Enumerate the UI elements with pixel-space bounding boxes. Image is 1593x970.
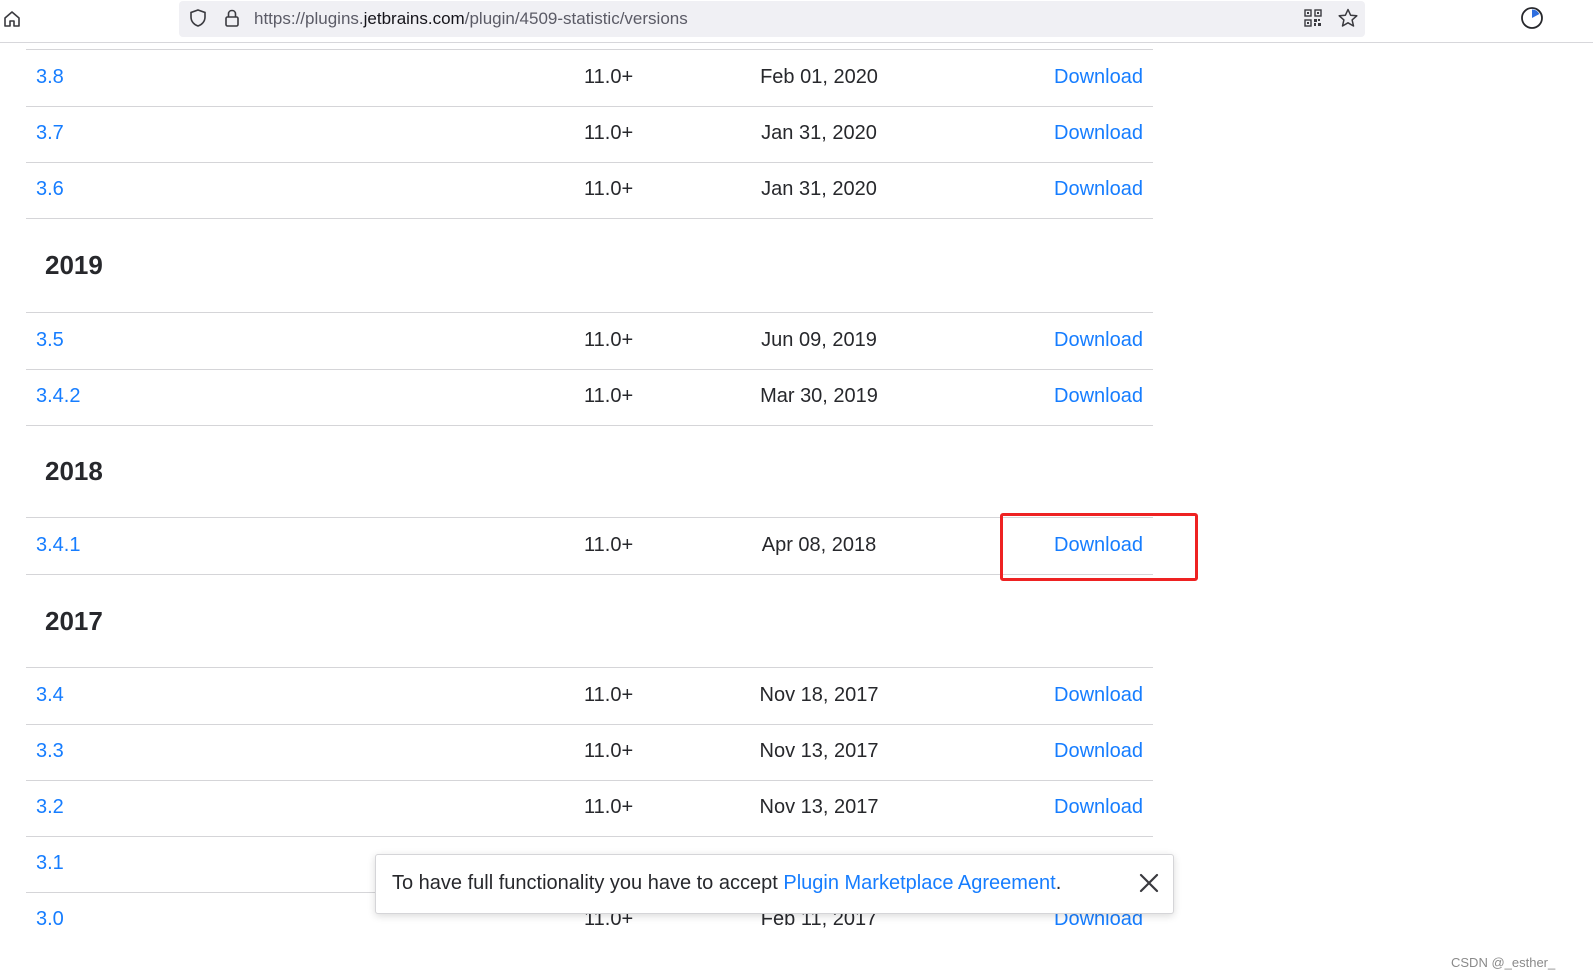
download-link[interactable]: Download [1054, 66, 1143, 89]
compatibility: 11.0+ [584, 740, 634, 762]
download-link[interactable]: Download [1054, 122, 1143, 145]
agreement-link[interactable]: Plugin Marketplace Agreement [783, 872, 1055, 894]
notification-message: To have full functionality you have to a… [392, 872, 1061, 895]
qr-code-icon[interactable] [1303, 8, 1323, 28]
download-link[interactable]: Download [1054, 684, 1143, 707]
notification-text: To have full functionality you have to a… [392, 872, 784, 894]
extension-icon[interactable] [1520, 6, 1544, 30]
release-date: Jan 31, 2020 [761, 178, 877, 200]
version-link[interactable]: 3.4.2 [36, 385, 80, 408]
download-link[interactable]: Download [1054, 178, 1143, 201]
table-row: 3.7 11.0+ Jan 31, 2020 Download [26, 106, 1153, 163]
year-heading-2018: 2018 [45, 456, 103, 486]
compatibility: 11.0+ [584, 796, 634, 818]
release-date: Feb 01, 2020 [760, 66, 878, 88]
table-row: 3.6 11.0+ Jan 31, 2020 Download [26, 162, 1153, 219]
close-icon[interactable] [1138, 872, 1160, 894]
table-row: 3.4.2 11.0+ Mar 30, 2019 Download [26, 369, 1153, 426]
release-date: Nov 13, 2017 [759, 740, 879, 762]
lock-icon[interactable] [222, 8, 242, 28]
compatibility: 11.0+ [584, 329, 634, 351]
year-heading-2019: 2019 [45, 250, 103, 280]
version-link[interactable]: 3.8 [36, 66, 64, 89]
table-row: 3.4 11.0+ Nov 18, 2017 Download [26, 667, 1153, 725]
download-link[interactable]: Download [1054, 740, 1143, 763]
compatibility: 11.0+ [584, 178, 634, 200]
version-link[interactable]: 3.1 [36, 852, 64, 875]
version-link[interactable]: 3.7 [36, 122, 64, 145]
version-link[interactable]: 3.4.1 [36, 534, 80, 557]
version-link[interactable]: 3.0 [36, 908, 64, 931]
release-date: Apr 08, 2018 [761, 534, 877, 556]
table-row: 3.5 11.0+ Jun 09, 2019 Download [26, 312, 1153, 370]
version-link[interactable]: 3.3 [36, 740, 64, 763]
shield-icon[interactable] [188, 8, 208, 28]
release-date: Mar 30, 2019 [760, 385, 878, 407]
home-icon[interactable] [2, 9, 22, 29]
agreement-notification: To have full functionality you have to a… [375, 854, 1174, 914]
version-link[interactable]: 3.2 [36, 796, 64, 819]
compatibility: 11.0+ [584, 66, 634, 88]
compatibility: 11.0+ [584, 122, 634, 144]
url-text[interactable]: https://plugins.jetbrains.com/plugin/450… [254, 9, 688, 29]
annotation-highlight-box [1000, 513, 1198, 581]
release-date: Jun 09, 2019 [761, 329, 877, 351]
download-link[interactable]: Download [1054, 796, 1143, 819]
release-date: Jan 31, 2020 [761, 122, 877, 144]
star-icon[interactable] [1337, 7, 1359, 29]
compatibility: 11.0+ [584, 534, 634, 556]
compatibility: 11.0+ [584, 385, 634, 407]
table-row: 3.2 11.0+ Nov 13, 2017 Download [26, 780, 1153, 837]
year-heading-2017: 2017 [45, 606, 103, 636]
url-prefix: https://plugins. [254, 9, 364, 28]
compatibility: 11.0+ [584, 684, 634, 706]
watermark: CSDN @_esther_ [1451, 955, 1556, 970]
release-date: Nov 18, 2017 [759, 684, 879, 706]
table-row: 3.3 11.0+ Nov 13, 2017 Download [26, 724, 1153, 781]
browser-toolbar: https://plugins.jetbrains.com/plugin/450… [0, 0, 1593, 43]
table-row: 3.8 11.0+ Feb 01, 2020 Download [26, 50, 1153, 107]
table-row: 3.4.1 11.0+ Apr 08, 2018 Download [26, 517, 1153, 575]
url-domain: jetbrains.com [363, 9, 465, 28]
version-link[interactable]: 3.6 [36, 178, 64, 201]
download-link[interactable]: Download [1054, 385, 1143, 408]
url-path: /plugin/4509-statistic/versions [464, 9, 688, 28]
versions-table: 3.8 11.0+ Feb 01, 2020 Download 3.7 11.0… [0, 43, 1593, 970]
version-link[interactable]: 3.5 [36, 329, 64, 352]
download-link[interactable]: Download [1054, 329, 1143, 352]
version-link[interactable]: 3.4 [36, 684, 64, 707]
notification-suffix: . [1055, 872, 1062, 894]
release-date: Nov 13, 2017 [759, 796, 879, 818]
